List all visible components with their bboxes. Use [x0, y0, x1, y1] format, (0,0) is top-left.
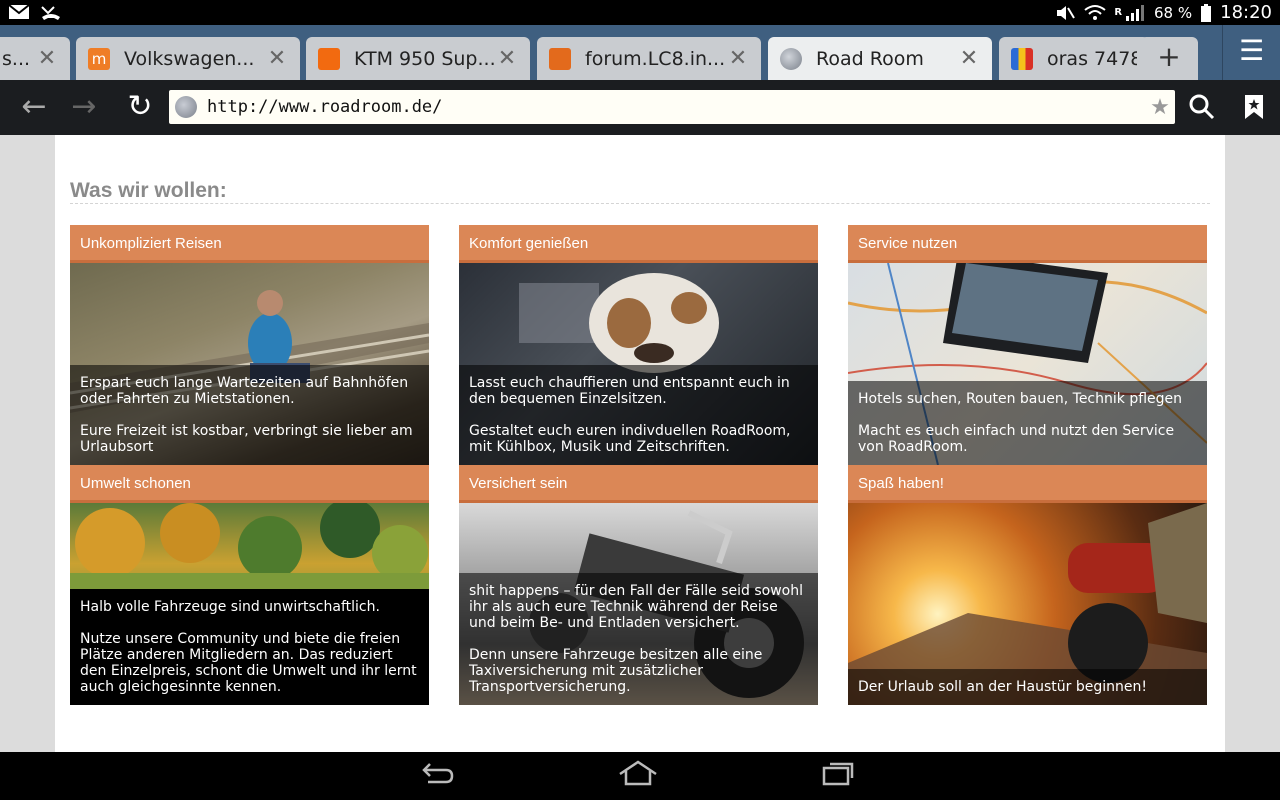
missed-call-icon: [40, 3, 62, 21]
star-icon[interactable]: ★: [1145, 95, 1175, 120]
battery-percent: 68 %: [1154, 3, 1193, 22]
globe-icon: [780, 47, 802, 70]
card-paragraph: Halb volle Fahrzeuge sind unwirtschaftli…: [80, 599, 380, 615]
back-arrow-icon[interactable]: ←: [14, 88, 54, 128]
web-page: Was wir wollen: Unkompliziert Reisen Ers…: [0, 135, 1280, 752]
tab-strip: s... ✕ m Volkswagen... ✕ KTM 950 Sup... …: [0, 25, 1280, 80]
mute-icon: [1054, 4, 1076, 22]
card-text: shit happens – für den Fall der Fälle se…: [459, 573, 818, 705]
card-paragraph: Denn unsere Fahrzeuge besitzen alle eine…: [469, 647, 763, 695]
card-paragraph: shit happens – für den Fall der Fälle se…: [469, 583, 803, 631]
system-nav-bar: [0, 752, 1280, 800]
card-paragraph: Lasst euch chauffieren und entspannt euc…: [469, 375, 790, 407]
address-bar[interactable]: ★: [169, 90, 1175, 124]
card-heading: Versichert sein: [459, 465, 818, 503]
status-bar: R 68 % 18:20: [0, 0, 1280, 25]
close-icon[interactable]: ✕: [266, 46, 288, 71]
home-icon[interactable]: [613, 760, 663, 792]
favicon: [549, 47, 571, 70]
card-paragraph: Erspart euch lange Wartezeiten auf Bahnh…: [80, 375, 409, 407]
roaming-indicator: R: [1114, 7, 1123, 18]
feature-card[interactable]: Umwelt schonen Halb volle Fahrzeuge sind…: [70, 465, 429, 705]
bookmarks-icon[interactable]: [1234, 88, 1274, 128]
divider: [70, 203, 1210, 204]
search-icon[interactable]: [1182, 88, 1222, 128]
tab-title: Volkswagen...: [124, 47, 255, 70]
browser-tab[interactable]: m Volkswagen... ✕: [76, 37, 300, 80]
feature-card[interactable]: Unkompliziert Reisen Erspart euch lange …: [70, 225, 429, 465]
feature-card[interactable]: Service nutzen Hotels suchen, Routen bau…: [848, 225, 1207, 465]
globe-icon: [175, 96, 197, 118]
page-content: Was wir wollen: Unkompliziert Reisen Ers…: [55, 135, 1225, 752]
browser-toolbar: ← → ↻ ★: [0, 80, 1280, 135]
card-paragraph: Der Urlaub soll an der Haustür beginnen!: [858, 679, 1147, 695]
card-text: Hotels suchen, Routen bauen, Technik pfl…: [848, 381, 1207, 465]
browser-tab[interactable]: oras 7478: [999, 37, 1149, 80]
favicon: [1011, 47, 1033, 70]
card-heading: Umwelt schonen: [70, 465, 429, 503]
forward-arrow-icon[interactable]: →: [64, 88, 104, 128]
feature-card[interactable]: Spaß haben! Der Urlaub soll an der Haust…: [848, 465, 1207, 705]
signal-icon: [1124, 4, 1146, 22]
recent-apps-icon[interactable]: [813, 760, 863, 792]
card-paragraph: Eure Freizeit ist kostbar, verbringt sie…: [80, 423, 413, 455]
new-tab-button[interactable]: +: [1140, 37, 1198, 80]
card-text: Erspart euch lange Wartezeiten auf Bahnh…: [70, 365, 429, 465]
card-text: Lasst euch chauffieren und entspannt euc…: [459, 365, 818, 465]
close-icon[interactable]: ✕: [727, 46, 749, 71]
wifi-icon: [1084, 4, 1106, 22]
menu-icon[interactable]: ☰: [1222, 25, 1280, 80]
favicon: [318, 47, 340, 70]
card-paragraph: Gestaltet euch euren indivduellen RoadRo…: [469, 423, 791, 455]
browser-tab[interactable]: s... ✕: [0, 37, 70, 80]
clock: 18:20: [1220, 2, 1272, 23]
card-paragraph: Nutze unsere Community und biete die fre…: [80, 631, 417, 695]
mail-icon: [8, 3, 30, 21]
reload-icon[interactable]: ↻: [120, 88, 160, 128]
card-paragraph: Hotels suchen, Routen bauen, Technik pfl…: [858, 391, 1183, 407]
tab-title: oras 7478: [1047, 47, 1137, 70]
card-text: Der Urlaub soll an der Haustür beginnen!: [848, 669, 1207, 705]
card-paragraph: Macht es euch einfach und nutzt den Serv…: [858, 423, 1175, 455]
close-icon[interactable]: ✕: [958, 46, 980, 71]
close-icon[interactable]: ✕: [496, 46, 518, 71]
tab-title: Road Room: [816, 47, 924, 70]
feature-card[interactable]: Versichert sein shit happens – für den F…: [459, 465, 818, 705]
card-text: Halb volle Fahrzeuge sind unwirtschaftli…: [70, 589, 429, 705]
card-heading: Unkompliziert Reisen: [70, 225, 429, 263]
tab-title: forum.LC8.in...: [585, 47, 726, 70]
tab-title: s...: [2, 47, 31, 70]
card-heading: Service nutzen: [848, 225, 1207, 263]
feature-card[interactable]: Komfort genießen Lasst euch chauffieren …: [459, 225, 818, 465]
browser-tab-active[interactable]: Road Room ✕: [768, 37, 992, 80]
back-icon[interactable]: [413, 760, 463, 792]
url-input[interactable]: [207, 97, 1145, 117]
favicon: m: [88, 47, 110, 70]
tab-title: KTM 950 Sup...: [354, 47, 496, 70]
battery-icon: [1200, 3, 1212, 22]
browser-tab[interactable]: KTM 950 Sup... ✕: [306, 37, 530, 80]
browser-tab[interactable]: forum.LC8.in... ✕: [537, 37, 761, 80]
section-heading: Was wir wollen:: [70, 179, 227, 202]
close-icon[interactable]: ✕: [36, 46, 58, 71]
card-heading: Spaß haben!: [848, 465, 1207, 503]
card-heading: Komfort genießen: [459, 225, 818, 263]
